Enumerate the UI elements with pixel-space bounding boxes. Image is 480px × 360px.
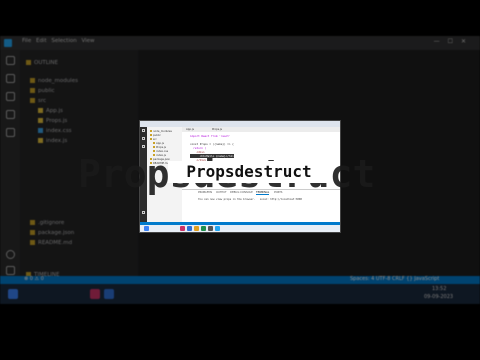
gear-icon[interactable] bbox=[6, 266, 15, 275]
caption: Propsdestruct Propsdestruct bbox=[0, 152, 480, 196]
clock-date: 09-09-2023 bbox=[424, 294, 454, 300]
clock-time: 13:52 bbox=[432, 286, 447, 292]
tab-app: App.js bbox=[186, 128, 194, 131]
search-icon[interactable] bbox=[6, 74, 15, 83]
tab-props: Props.js bbox=[212, 128, 223, 131]
maximize-icon[interactable]: ☐ bbox=[448, 38, 461, 45]
menu-edit[interactable]: Edit bbox=[36, 38, 47, 44]
terminal-output: You can now view props in the browser. L… bbox=[198, 198, 302, 201]
source-control-icon bbox=[142, 145, 145, 148]
screenshot-taskbar bbox=[140, 225, 340, 232]
files-icon[interactable] bbox=[6, 56, 15, 65]
minimize-icon[interactable]: — bbox=[434, 38, 448, 45]
explorer-item[interactable]: .gitignore bbox=[30, 220, 64, 228]
explorer-item[interactable]: index.js bbox=[38, 138, 67, 146]
window-controls[interactable]: —☐✕ bbox=[434, 38, 474, 45]
app-icon bbox=[187, 226, 192, 231]
explorer-item[interactable]: OUTLINE bbox=[26, 60, 58, 68]
explorer-item[interactable]: src bbox=[30, 98, 46, 106]
taskbar: 13:52 09-09-2023 bbox=[0, 284, 480, 304]
editor-status[interactable]: Spaces: 4 UTF-8 CRLF {} JavaScript bbox=[350, 276, 439, 282]
account-icon[interactable] bbox=[6, 250, 15, 259]
app-icon[interactable] bbox=[90, 289, 100, 299]
explorer-item[interactable]: public bbox=[30, 88, 55, 96]
app-icon bbox=[180, 226, 185, 231]
windows-start-icon bbox=[144, 226, 149, 231]
vscode-logo-icon bbox=[215, 226, 220, 231]
run-debug-icon[interactable] bbox=[6, 110, 15, 119]
explorer-item[interactable]: README.md bbox=[30, 240, 72, 248]
extensions-icon[interactable] bbox=[6, 128, 15, 137]
problems-status[interactable]: ⊗ 0 ⚠ 0 bbox=[24, 276, 44, 282]
gear-icon bbox=[142, 211, 145, 214]
windows-start-icon[interactable] bbox=[8, 289, 18, 299]
video-frame: File Edit Selection View —☐✕ OUTLINE nod… bbox=[0, 0, 480, 360]
menu-selection[interactable]: Selection bbox=[51, 38, 76, 44]
files-icon bbox=[142, 129, 145, 132]
explorer-item[interactable]: Props.js bbox=[38, 118, 67, 126]
close-icon[interactable]: ✕ bbox=[461, 38, 474, 45]
app-icon bbox=[201, 226, 206, 231]
caption-label: Propsdestruct bbox=[168, 161, 330, 183]
menu-file[interactable]: File bbox=[22, 38, 31, 44]
code-line: import React from 'react' bbox=[190, 134, 231, 138]
menu-view[interactable]: View bbox=[81, 38, 94, 44]
vscode-logo-icon bbox=[4, 39, 12, 47]
title-bar: File Edit Selection View —☐✕ bbox=[0, 36, 480, 50]
app-icon[interactable] bbox=[104, 289, 114, 299]
explorer-item[interactable]: package.json bbox=[30, 230, 74, 238]
caption-text: Propsdestruct bbox=[186, 162, 312, 181]
app-icon bbox=[208, 226, 213, 231]
screenshot-tabs: App.js Props.js bbox=[182, 127, 340, 132]
explorer-item[interactable]: index.css bbox=[38, 128, 72, 136]
explorer-item[interactable]: node_modules bbox=[30, 78, 78, 86]
app-icon bbox=[194, 226, 199, 231]
menu-bar[interactable]: File Edit Selection View bbox=[22, 38, 95, 44]
status-bar: ⊗ 0 ⚠ 0 Spaces: 4 UTF-8 CRLF {} JavaScri… bbox=[0, 276, 480, 284]
explorer-item[interactable]: App.js bbox=[38, 108, 63, 116]
source-control-icon[interactable] bbox=[6, 92, 15, 101]
search-icon bbox=[142, 137, 145, 140]
